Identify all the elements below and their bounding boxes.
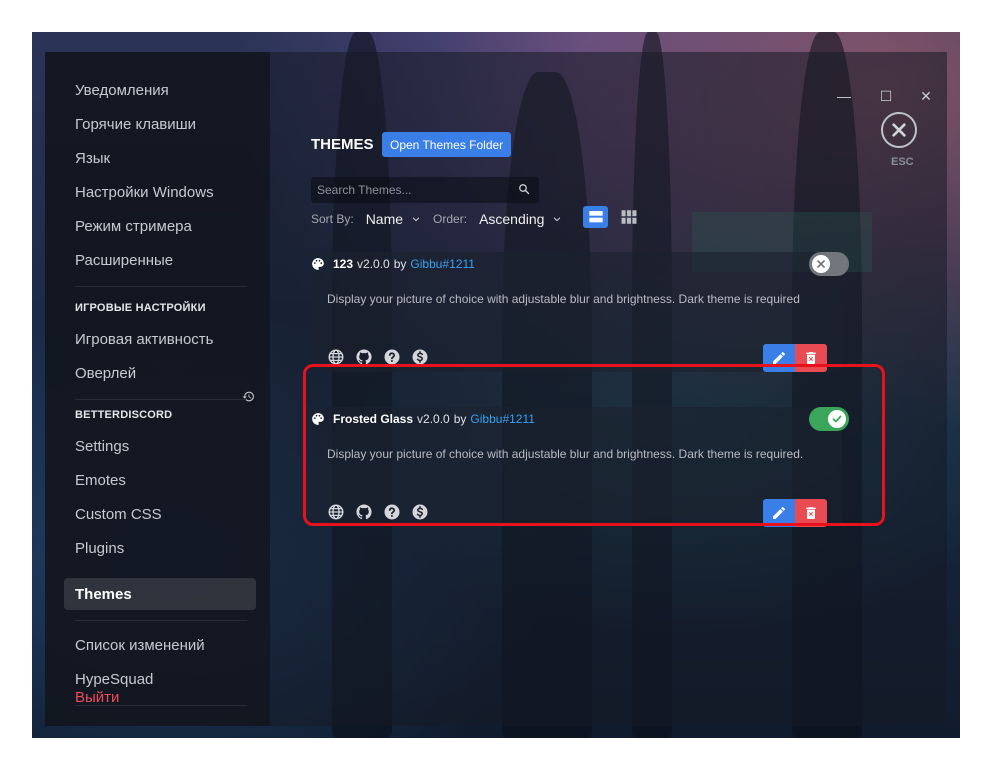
esc-label: ESC xyxy=(891,156,914,168)
sidebar-item-notifications[interactable]: Уведомления xyxy=(64,74,256,106)
esc-close-button[interactable] xyxy=(881,112,917,148)
highlight-frame xyxy=(303,364,885,526)
sidebar-item-windows-settings[interactable]: Настройки Windows xyxy=(64,176,256,208)
sidebar-divider xyxy=(75,286,247,287)
theme-toggle[interactable] xyxy=(809,252,849,276)
sidebar-item-bd-settings[interactable]: Settings xyxy=(64,430,256,462)
theme-description: Display your picture of choice with adju… xyxy=(327,292,800,306)
sidebar-item-custom-css[interactable]: Custom CSS xyxy=(64,498,256,530)
sidebar-item-changelog[interactable]: Список изменений xyxy=(64,629,256,661)
sidebar-item-language[interactable]: Язык xyxy=(64,142,256,174)
sidebar-item-logout-label[interactable]: Выйти xyxy=(64,681,256,713)
screenshot-frame: Уведомления Горячие клавиши Язык Настрой… xyxy=(32,32,960,738)
sidebar-item-plugins[interactable]: Plugins xyxy=(64,532,256,564)
toggle-knob xyxy=(812,255,830,273)
sidebar-item-themes[interactable]: Themes xyxy=(64,578,256,610)
theme-name: 123 xyxy=(333,257,354,271)
close-icon xyxy=(892,123,906,137)
sidebar-item-overlay[interactable]: Оверлей xyxy=(64,357,256,389)
sidebar-item-keybinds[interactable]: Горячие клавиши xyxy=(64,108,256,140)
page-title: THEMES xyxy=(311,136,374,153)
search-box[interactable] xyxy=(311,177,539,203)
sidebar-header-gaming: ИГРОВЫЕ НАСТРОЙКИ xyxy=(75,302,206,314)
sort-by-label: Sort By: xyxy=(311,212,354,226)
maximize-button[interactable]: ☐ xyxy=(877,88,895,105)
order-label: Order: xyxy=(433,212,468,226)
chevron-down-icon[interactable] xyxy=(552,214,562,224)
sidebar-divider xyxy=(75,399,247,400)
x-icon xyxy=(817,260,825,268)
chevron-down-icon[interactable] xyxy=(411,214,421,224)
sidebar-item-advanced[interactable]: Расширенные xyxy=(64,244,256,276)
history-icon[interactable] xyxy=(242,390,255,403)
list-view-icon xyxy=(588,211,603,223)
sort-controls: Sort By: Name Order: Ascending xyxy=(311,209,562,229)
palette-icon xyxy=(312,258,324,270)
grid-view-icon xyxy=(621,210,636,224)
sidebar-item-emotes[interactable]: Emotes xyxy=(64,464,256,496)
list-view-button[interactable] xyxy=(583,206,608,228)
sort-by-select[interactable]: Name xyxy=(366,211,403,227)
theme-card-header: 123 v2.0.0 by Gibbu#1211 xyxy=(311,252,475,276)
search-icon xyxy=(519,184,530,195)
minimize-button[interactable]: — xyxy=(835,88,853,104)
grid-view-button[interactable] xyxy=(616,206,641,228)
open-themes-folder-button[interactable]: Open Themes Folder xyxy=(382,132,512,157)
sidebar-header-betterdiscord: BETTERDISCORD xyxy=(75,409,173,421)
sidebar-divider xyxy=(75,620,247,621)
theme-version: v2.0.0 xyxy=(357,257,390,271)
order-select[interactable]: Ascending xyxy=(479,211,544,227)
close-window-button[interactable]: ✕ xyxy=(917,88,935,105)
theme-author-link[interactable]: Gibbu#1211 xyxy=(410,257,475,271)
settings-window: Уведомления Горячие клавиши Язык Настрой… xyxy=(45,52,947,726)
settings-sidebar: Уведомления Горячие клавиши Язык Настрой… xyxy=(45,52,270,726)
search-input[interactable] xyxy=(317,183,507,197)
theme-by: by xyxy=(393,257,407,271)
theme-card: 123 v2.0.0 by Gibbu#1211 Display your pi… xyxy=(311,252,849,372)
sidebar-item-streamer-mode[interactable]: Режим стримера xyxy=(64,210,256,242)
sidebar-item-activity[interactable]: Игровая активность xyxy=(64,323,256,355)
